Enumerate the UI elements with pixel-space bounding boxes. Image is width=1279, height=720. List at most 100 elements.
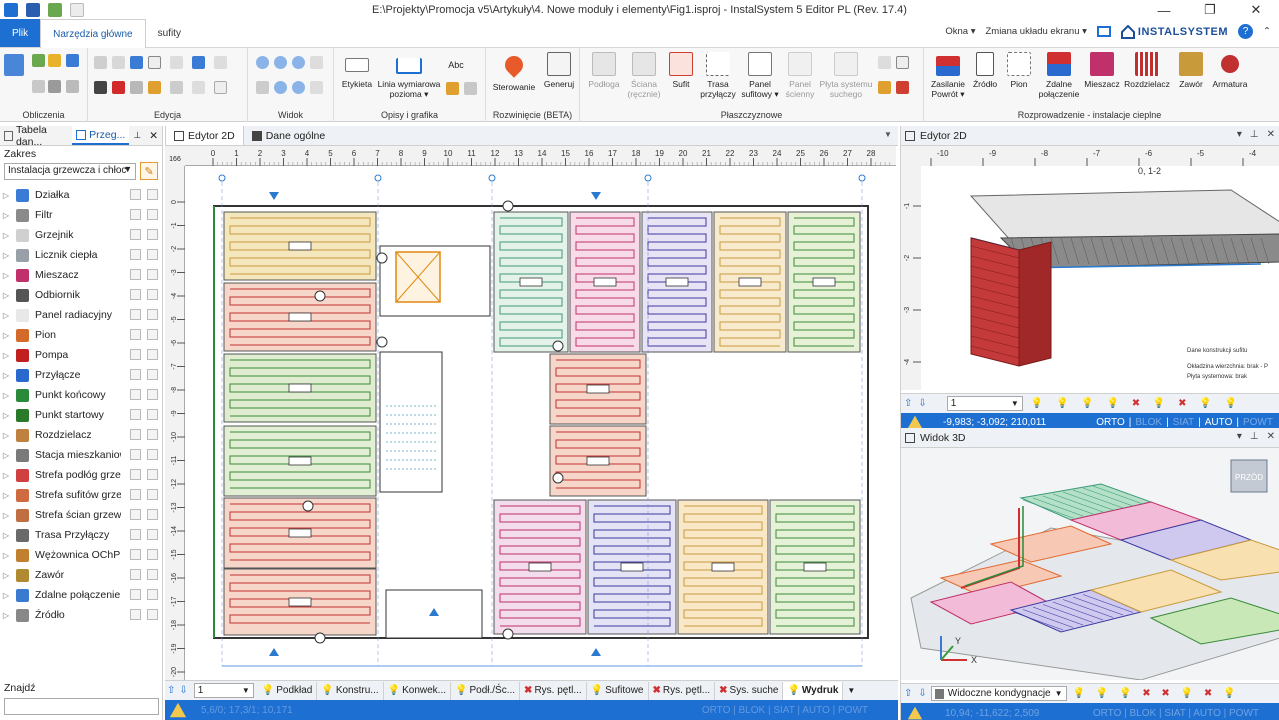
expand-arrow-icon[interactable]: ▷: [0, 411, 12, 420]
nav-down-icon[interactable]: ⇩: [915, 398, 946, 409]
visibility-toggle[interactable]: [130, 389, 141, 400]
pin-button[interactable]: ⊥: [129, 126, 145, 145]
tree-item[interactable]: ▷ Zdalne połączenie: [0, 585, 162, 605]
mixer-button[interactable]: Mieszacz: [1084, 52, 1120, 89]
expand-arrow-icon[interactable]: ▷: [0, 511, 12, 520]
level-select[interactable]: 1 ▼: [193, 683, 254, 698]
list-icon[interactable]: [48, 80, 61, 93]
maximize-button[interactable]: ❐: [1187, 0, 1233, 20]
label-button[interactable]: Etykieta: [340, 52, 374, 89]
wall-panel-button[interactable]: Panel ścienny: [782, 52, 818, 99]
manifold-button[interactable]: Rozdzielacz: [1122, 52, 1172, 89]
tree-item[interactable]: ▷ Źródło: [0, 605, 162, 625]
tree-item[interactable]: ▷ Filtr: [0, 205, 162, 225]
layer-tab[interactable]: ✖ Sys. suche: [715, 681, 784, 700]
align-icon[interactable]: [192, 56, 205, 69]
warning-icon[interactable]: [169, 702, 187, 718]
ribbon-collapse-icon[interactable]: ⌃: [1263, 26, 1271, 37]
visibility-toggle[interactable]: [130, 429, 141, 440]
lock-toggle[interactable]: [147, 349, 158, 360]
expand-arrow-icon[interactable]: ▷: [0, 231, 12, 240]
3d-viewport[interactable]: PRZÓD YX: [901, 448, 1279, 681]
tree-item[interactable]: ▷ Panel radiacyjny: [0, 305, 162, 325]
help-button[interactable]: ?: [1238, 24, 1254, 39]
close-icon[interactable]: ✕: [1267, 129, 1275, 140]
expand-arrow-icon[interactable]: ▷: [0, 531, 12, 540]
layer-tab[interactable]: ✖ Rys. pętl...: [649, 681, 716, 700]
tab-editor-2d[interactable]: Edytor 2D: [165, 126, 244, 145]
pin-icon[interactable]: ⊥: [1250, 431, 1259, 442]
tree-item[interactable]: ▷ Stacja mieszkaniow: [0, 445, 162, 465]
lock-toggle[interactable]: [147, 329, 158, 340]
expand-arrow-icon[interactable]: ▷: [0, 371, 12, 380]
lock-toggle[interactable]: [147, 309, 158, 320]
visibility-toggle[interactable]: [130, 609, 141, 620]
expand-arrow-icon[interactable]: ▷: [0, 611, 12, 620]
snap-icon[interactable]: [214, 81, 227, 94]
lock-toggle[interactable]: [147, 389, 158, 400]
lock-toggle[interactable]: [147, 269, 158, 280]
tree-item[interactable]: ▷ Trasa Przyłączy: [0, 525, 162, 545]
tree-item[interactable]: ▷ Pion: [0, 325, 162, 345]
close-icon[interactable]: ✕: [1267, 431, 1275, 442]
level-select[interactable]: 1 ▼: [946, 396, 1023, 411]
visibility-toggle[interactable]: [130, 589, 141, 600]
nav-up-icon[interactable]: ⇧: [901, 398, 915, 409]
grid-icon[interactable]: [878, 56, 891, 69]
tab-ceilings[interactable]: sufity: [146, 19, 193, 47]
tree-item[interactable]: ▷ Przyłącze: [0, 365, 162, 385]
layer-tab[interactable]: 💡 Podł./Śc...: [451, 681, 521, 700]
lock-toggle[interactable]: [147, 489, 158, 500]
view-options-icon[interactable]: [310, 81, 323, 94]
cut-icon[interactable]: [94, 81, 107, 94]
zoom-out-icon[interactable]: [274, 56, 287, 69]
lock-toggle[interactable]: [147, 209, 158, 220]
panel-menu-icon[interactable]: ▾: [1237, 431, 1242, 442]
nav-up-icon[interactable]: ⇧: [901, 688, 915, 699]
pipe-icon[interactable]: [66, 80, 79, 93]
mode-orto[interactable]: ORTO: [1096, 417, 1125, 428]
wall-manual-button[interactable]: Ściana (ręcznie): [624, 52, 664, 99]
layer-toggle-icons[interactable]: 💡 💡 💡 💡 ✖ 💡 ✖ 💡 💡: [1031, 398, 1242, 409]
lock-toggle[interactable]: [147, 229, 158, 240]
visibility-toggle[interactable]: [130, 469, 141, 480]
paste-icon[interactable]: [112, 56, 125, 69]
windows-menu[interactable]: Okna ▾: [945, 26, 975, 37]
valve-button[interactable]: Zawór: [1174, 52, 1208, 89]
floor-button[interactable]: Podłoga: [584, 52, 624, 89]
visibility-toggle[interactable]: [130, 529, 141, 540]
mode-powt[interactable]: POWT: [1243, 417, 1273, 428]
report-icon[interactable]: [66, 54, 79, 67]
source-button[interactable]: Źródło: [970, 52, 1000, 89]
expand-arrow-icon[interactable]: ▷: [0, 591, 12, 600]
lock-toggle[interactable]: [147, 289, 158, 300]
control-button[interactable]: Sterowanie: [490, 52, 538, 92]
visibility-toggle[interactable]: [130, 549, 141, 560]
visibility-toggle[interactable]: [130, 289, 141, 300]
lock-toggle[interactable]: [147, 449, 158, 460]
visibility-toggle[interactable]: [130, 489, 141, 500]
image-icon[interactable]: [446, 82, 459, 95]
visibility-toggle[interactable]: [130, 229, 141, 240]
layer-tab[interactable]: ✖ Rys. pętl...: [520, 681, 587, 700]
layer-tab[interactable]: 💡 Konwek...: [384, 681, 452, 700]
mode-auto[interactable]: AUTO: [1205, 417, 1233, 428]
expand-arrow-icon[interactable]: ▷: [0, 491, 12, 500]
zoom-options-icon[interactable]: [310, 56, 323, 69]
layer-menu-icon[interactable]: ▼: [843, 686, 859, 695]
ceiling-button[interactable]: Sufit: [666, 52, 696, 89]
layer-tab[interactable]: 💡 Konstru...: [317, 681, 384, 700]
visibility-toggle[interactable]: [130, 349, 141, 360]
zoom-in-icon[interactable]: [256, 56, 269, 69]
lock-toggle[interactable]: [147, 409, 158, 420]
expand-arrow-icon[interactable]: ▷: [0, 471, 12, 480]
zoom-window-icon[interactable]: [292, 56, 305, 69]
expand-arrow-icon[interactable]: ▷: [0, 451, 12, 460]
undo-icon[interactable]: [48, 3, 62, 17]
save-icon[interactable]: [26, 3, 40, 17]
visibility-toggle[interactable]: [130, 569, 141, 580]
mode-siat[interactable]: SIAT: [1173, 417, 1194, 428]
move-icon[interactable]: [170, 56, 183, 69]
lock-toggle[interactable]: [147, 249, 158, 260]
tree-item[interactable]: ▷ Pompa: [0, 345, 162, 365]
